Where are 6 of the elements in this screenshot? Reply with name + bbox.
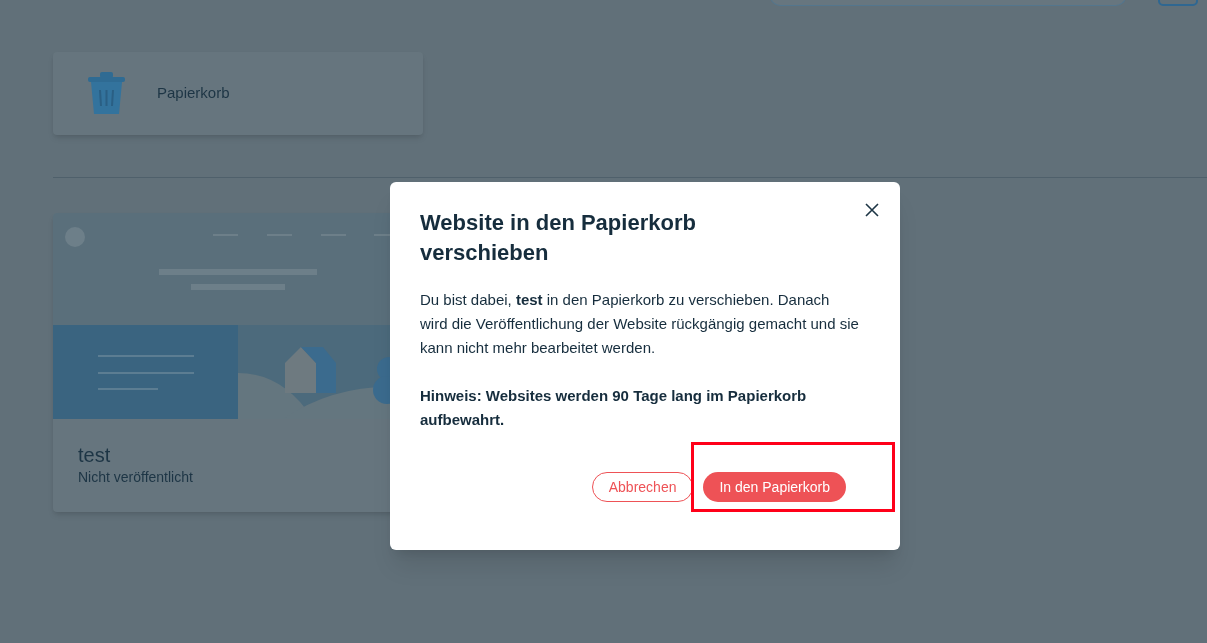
dialog-note: Hinweis: Websites werden 90 Tage lang im Papierkorb aufbewahrt.	[420, 386, 808, 430]
dialog-message: Du bist dabei, test in den Papierkorb zu verschieben. Danach wird die Veröffentlichung der Website rückgängig gemacht und sie kann nicht mehr bearbeitet werden.	[420, 290, 860, 358]
site-name: test	[78, 443, 112, 467]
dialog-title: Website in den Papierkorb verschieben	[420, 209, 697, 267]
site-status: Nicht veröffentlicht	[78, 468, 194, 487]
trash-label: Papierkorb	[157, 83, 230, 104]
